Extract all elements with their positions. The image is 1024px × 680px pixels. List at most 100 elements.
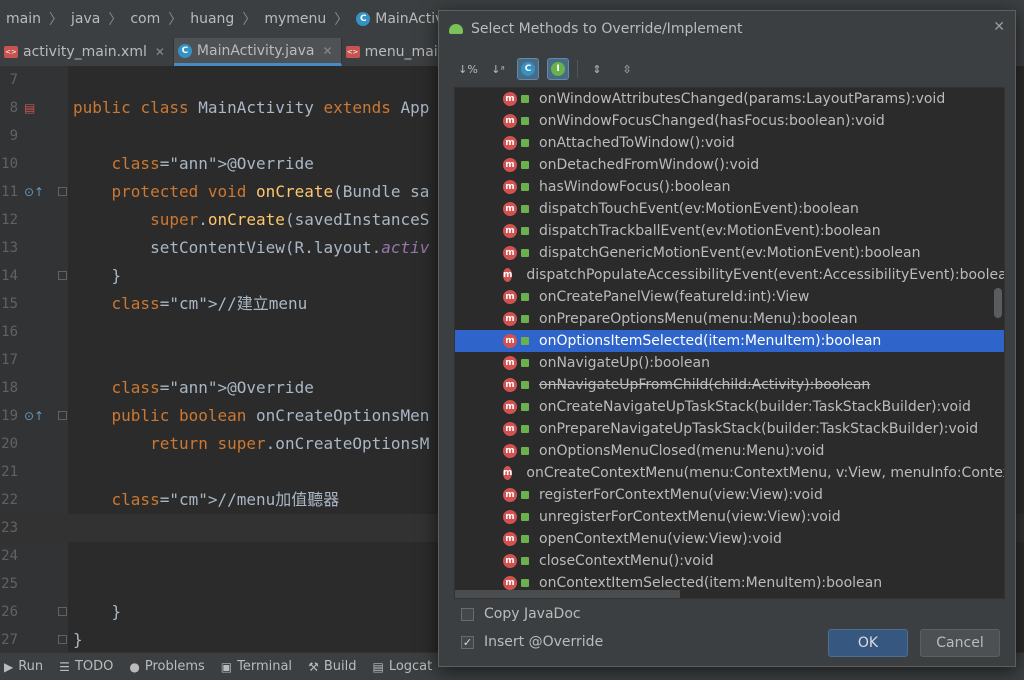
close-icon[interactable]: ✕ — [993, 19, 1005, 35]
run-tool-button[interactable]: ▶ Run — [0, 659, 55, 674]
method-list-item[interactable]: m onOptionsMenuClosed(menu:Menu):void — [455, 440, 1004, 462]
method-signature: onNavigateUp():boolean — [539, 355, 710, 371]
public-lock-icon — [521, 205, 529, 213]
show-interfaces-button[interactable]: I — [547, 58, 569, 80]
override-methods-dialog: Select Methods to Override/Implement ✕ ↓… — [438, 10, 1016, 667]
close-icon[interactable]: ✕ — [323, 44, 333, 58]
todo-tool-button[interactable]: ☰ TODO — [55, 659, 125, 674]
insert-override-checkbox[interactable]: ✓ Insert @Override — [461, 634, 603, 650]
method-list-item[interactable]: m onOptionsItemSelected(item:MenuItem):bo… — [455, 330, 1004, 352]
method-list-item[interactable]: m onCreateNavigateUpTaskStack(builder:Tas… — [455, 396, 1004, 418]
method-list-item[interactable]: m dispatchTouchEvent(ev:MotionEvent):bool… — [455, 198, 1004, 220]
dialog-title: Select Methods to Override/Implement — [471, 21, 743, 37]
method-signature: onCreatePanelView(featureId:int):View — [539, 289, 810, 305]
public-lock-icon — [521, 139, 529, 147]
method-list-item[interactable]: m registerForContextMenu(view:View):void — [455, 484, 1004, 506]
method-list-item[interactable]: m onWindowAttributesChanged(params:Layout… — [455, 88, 1004, 110]
public-lock-icon — [521, 249, 529, 257]
fold-marker-icon[interactable] — [58, 607, 67, 616]
method-list-item[interactable]: m openContextMenu(view:View):void — [455, 528, 1004, 550]
line-number: 13 — [1, 240, 18, 256]
checkmark-icon: ✓ — [461, 635, 474, 649]
method-list-item[interactable]: m dispatchGenericMotionEvent(ev:MotionEve… — [455, 242, 1004, 264]
method-list-item[interactable]: m onAttachedToWindow():void — [455, 132, 1004, 154]
problems-tool-button[interactable]: ● Problems — [125, 659, 216, 674]
class-icon: C — [356, 12, 371, 26]
line-number: 25 — [1, 576, 18, 592]
method-list-item[interactable]: m onCreateContextMenu(menu:ContextMenu, v… — [455, 462, 1004, 484]
method-icon: m — [503, 312, 517, 326]
sort-alphabetically-button[interactable]: ↓ᵃ — [487, 58, 509, 80]
code-text: class="ann">@Override — [111, 378, 314, 397]
public-lock-icon — [521, 95, 529, 103]
method-signature: dispatchTouchEvent(ev:MotionEvent):boole… — [539, 201, 859, 217]
method-list-item[interactable]: m hasWindowFocus():boolean — [455, 176, 1004, 198]
method-list-item[interactable]: m unregisterForContextMenu(view:View):voi… — [455, 506, 1004, 528]
fold-marker-icon[interactable] — [58, 411, 67, 420]
cancel-button[interactable]: Cancel — [920, 629, 1000, 657]
public-lock-icon — [521, 381, 529, 389]
collapse-all-button[interactable]: ⇳ — [616, 58, 638, 80]
method-list-item[interactable]: m onPrepareNavigateUpTaskStack(builder:Ta… — [455, 418, 1004, 440]
method-signature: onCreateNavigateUpTaskStack(builder:Task… — [539, 399, 971, 415]
public-lock-icon — [521, 359, 529, 367]
code-text: class="ann">@Override — [111, 154, 314, 173]
chevron-right-icon: 〉 — [242, 12, 257, 28]
breadcrumb-item-com[interactable]: com — [124, 11, 166, 27]
line-number: 9 — [9, 128, 18, 144]
logcat-tool-button[interactable]: ▤ Logcat — [368, 659, 444, 674]
layout-file-icon[interactable]: ▤ — [24, 94, 35, 122]
sort-by-visibility-button[interactable]: ↓% — [457, 58, 479, 80]
vertical-scrollbar[interactable] — [994, 288, 1002, 318]
method-list-item[interactable]: m dispatchPopulateAccessibilityEvent(even… — [455, 264, 1004, 286]
override-marker-icon[interactable]: ⊙↑ — [24, 178, 44, 206]
tab-mainactivity-java[interactable]: C MainActivity.java ✕ — [173, 38, 342, 66]
method-list-item[interactable]: m onWindowFocusChanged(hasFocus:boolean):… — [455, 110, 1004, 132]
dialog-title-bar[interactable]: Select Methods to Override/Implement — [439, 11, 1015, 47]
method-list-item[interactable]: m closeContextMenu():void — [455, 550, 1004, 572]
method-icon: m — [503, 510, 517, 524]
line-number: 24 — [1, 548, 18, 564]
expand-all-icon: ⇕ — [592, 62, 602, 76]
line-number: 26 — [1, 604, 18, 620]
build-tool-button[interactable]: ⚒ Build — [304, 659, 368, 674]
method-signature: onPrepareOptionsMenu(menu:Menu):boolean — [539, 311, 858, 327]
method-signature: onContextItemSelected(item:MenuItem):boo… — [539, 575, 883, 591]
fold-marker-icon[interactable] — [58, 187, 67, 196]
method-list-item[interactable]: m dispatchTrackballEvent(ev:MotionEvent):… — [455, 220, 1004, 242]
method-list-item[interactable]: m onNavigateUp():boolean — [455, 352, 1004, 374]
show-classes-button[interactable]: C — [517, 58, 539, 80]
code-text: protected void onCreate(Bundle sa — [111, 182, 430, 201]
fold-marker-icon[interactable] — [58, 271, 67, 280]
ok-button[interactable]: OK — [828, 629, 908, 657]
public-lock-icon — [521, 513, 529, 521]
method-list-item[interactable]: m onDetachedFromWindow():void — [455, 154, 1004, 176]
method-icon: m — [503, 290, 517, 304]
breadcrumb-item-mymenu[interactable]: mymenu — [258, 11, 332, 27]
fold-marker-icon[interactable] — [58, 635, 67, 644]
class-icon: C — [177, 43, 192, 58]
override-marker-icon[interactable]: ⊙↑ — [24, 402, 44, 430]
public-lock-icon — [521, 117, 529, 125]
tab-activity-main-xml[interactable]: <> activity_main.xml ✕ — [0, 38, 174, 66]
line-number: 8 — [9, 100, 18, 116]
public-lock-icon — [521, 425, 529, 433]
breadcrumb-item-main[interactable]: main — [0, 11, 47, 27]
method-icon: m — [503, 356, 517, 370]
method-icon: m — [503, 576, 517, 590]
logcat-icon: ▤ — [372, 659, 384, 674]
method-list-item[interactable]: m onNavigateUpFromChild(child:Activity):b… — [455, 374, 1004, 396]
horizontal-scrollbar[interactable] — [455, 590, 680, 598]
method-list-item[interactable]: m onCreatePanelView(featureId:int):View — [455, 286, 1004, 308]
expand-all-button[interactable]: ⇕ — [586, 58, 608, 80]
toolbar-divider — [577, 60, 578, 78]
breadcrumb-item-java[interactable]: java — [65, 11, 106, 27]
copy-javadoc-checkbox[interactable]: Copy JavaDoc — [461, 606, 581, 622]
methods-list[interactable]: m onWindowAttributesChanged(params:Layout… — [454, 87, 1005, 599]
method-list-item[interactable]: m onPrepareOptionsMenu(menu:Menu):boolean — [455, 308, 1004, 330]
code-text: } — [73, 266, 122, 285]
terminal-tool-button[interactable]: ▣ Terminal — [217, 659, 304, 674]
close-icon[interactable]: ✕ — [155, 45, 165, 59]
line-number: 27 — [1, 632, 18, 648]
breadcrumb-item-huang[interactable]: huang — [184, 11, 240, 27]
